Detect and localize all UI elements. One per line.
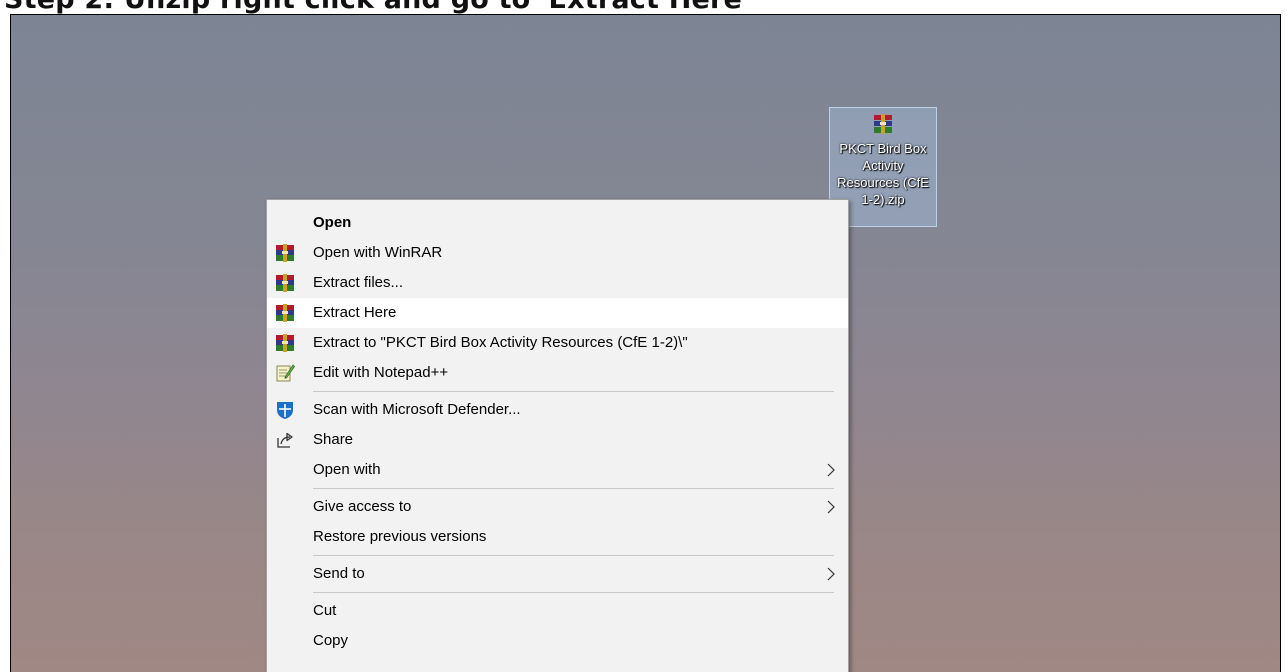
menu-item-open-with[interactable]: Open with — [267, 455, 848, 485]
menu-item-extract-files[interactable]: Extract files... — [267, 268, 848, 298]
notepad-plus-plus-icon — [276, 364, 295, 382]
menu-item-give-access-to[interactable]: Give access to — [267, 492, 848, 522]
menu-item-open-with-winrar[interactable]: Open with WinRAR — [267, 238, 848, 268]
menu-item-extract-files-label: Extract files... — [313, 274, 404, 291]
page-heading: Step 2: Unzip right click and go to 'Ext… — [4, 0, 751, 14]
winrar-icon — [276, 304, 294, 322]
chevron-right-icon — [827, 567, 835, 581]
menu-item-cut[interactable]: Cut — [267, 596, 848, 626]
screenshot: Step 2: Unzip right click and go to 'Ext… — [0, 0, 1287, 672]
desktop[interactable]: PKCT Bird Box Activity Resources (CfE 1-… — [10, 14, 1281, 672]
menu-item-edit-with-notepad[interactable]: Edit with Notepad++ — [267, 358, 848, 388]
menu-separator — [313, 391, 834, 392]
menu-item-extract-here[interactable]: Extract Here — [267, 298, 848, 328]
menu-item-cut-label: Cut — [313, 602, 337, 619]
menu-item-send-to[interactable]: Send to — [267, 559, 848, 589]
menu-item-send-to-label: Send to — [313, 565, 365, 582]
menu-item-give-access-to-label: Give access to — [313, 498, 412, 515]
menu-separator — [313, 592, 834, 593]
menu-item-edit-with-notepad-label: Edit with Notepad++ — [313, 364, 449, 381]
menu-item-share-label: Share — [313, 431, 354, 448]
menu-item-scan-with-defender-label: Scan with Microsoft Defender... — [313, 401, 521, 418]
menu-item-extract-here-label: Extract Here — [313, 304, 397, 321]
zip-file-label: PKCT Bird Box Activity Resources (CfE 1-… — [837, 141, 929, 207]
share-icon — [277, 432, 293, 448]
menu-item-scan-with-defender[interactable]: Scan with Microsoft Defender... — [267, 395, 848, 425]
menu-item-open-with-label: Open with — [313, 461, 381, 478]
winrar-icon — [276, 274, 294, 292]
menu-item-extract-to[interactable]: Extract to "PKCT Bird Box Activity Resou… — [267, 328, 848, 358]
page-heading-strip: Step 2: Unzip right click and go to 'Ext… — [0, 0, 1287, 14]
context-menu: Open Open with WinRAR Extract files... E… — [266, 199, 849, 672]
menu-item-extract-to-label: Extract to "PKCT Bird Box Activity Resou… — [313, 334, 688, 351]
microsoft-defender-icon — [277, 402, 293, 419]
menu-item-restore-previous-versions-label: Restore previous versions — [313, 528, 487, 545]
menu-item-copy-label: Copy — [313, 632, 349, 649]
menu-separator — [313, 488, 834, 489]
winrar-archive-icon — [874, 114, 892, 134]
menu-item-share[interactable]: Share — [267, 425, 848, 455]
winrar-icon — [276, 334, 294, 352]
menu-item-copy[interactable]: Copy — [267, 626, 848, 656]
chevron-right-icon — [827, 463, 835, 477]
menu-item-restore-previous-versions[interactable]: Restore previous versions — [267, 522, 848, 552]
menu-item-open-label: Open — [313, 214, 352, 231]
menu-item-open-with-winrar-label: Open with WinRAR — [313, 244, 443, 261]
chevron-right-icon — [827, 500, 835, 514]
menu-separator — [313, 555, 834, 556]
winrar-icon — [276, 244, 294, 262]
menu-item-open[interactable]: Open — [267, 208, 848, 238]
